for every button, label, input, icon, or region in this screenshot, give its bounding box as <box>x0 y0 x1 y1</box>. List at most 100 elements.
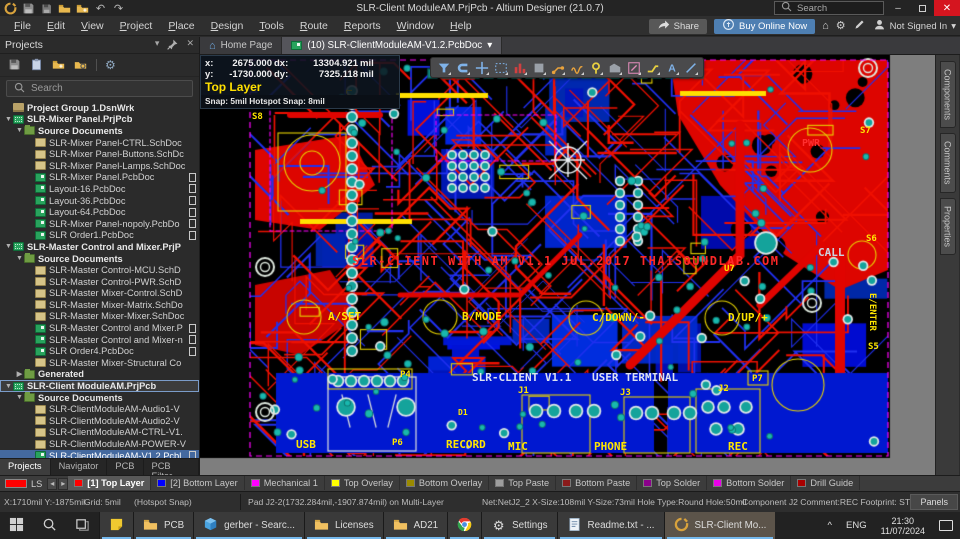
tree-item[interactable]: SLR-Master Mixer-Matrix.SchDo <box>0 299 199 311</box>
tab-home-page[interactable]: ⌂ Home Page <box>200 37 283 54</box>
maximize-button[interactable] <box>910 0 934 16</box>
taskbar-settings[interactable]: ⚙ Settings <box>481 512 557 539</box>
tree-item[interactable]: SLR-Master Control and Mixer-n <box>0 334 199 346</box>
share-button[interactable]: Share <box>648 18 707 34</box>
tree-item[interactable]: Layout-64.PcbDoc <box>0 206 199 218</box>
redo-icon[interactable]: ↷ <box>112 2 125 15</box>
tab-active-pcbdoc[interactable]: (10) SLR-ClientModuleAM-V1.2.PcbDoc ▾ <box>282 37 503 54</box>
menu-help[interactable]: Help <box>442 18 480 34</box>
notification-center-button[interactable] <box>932 512 960 539</box>
pcb-canvas[interactable] <box>200 55 935 475</box>
menu-edit[interactable]: Edit <box>39 18 73 34</box>
expand-open-icon[interactable]: ▼ <box>15 255 24 262</box>
save-all-icon[interactable] <box>40 2 53 15</box>
edit-tool-icon[interactable] <box>625 59 642 76</box>
magnet-tool-icon[interactable] <box>454 59 471 76</box>
tree-item[interactable]: ▼ SLR-Mixer Panel.PrjPcb <box>0 114 199 126</box>
layer-tab-top-paste[interactable]: Top Paste <box>489 476 557 490</box>
menu-route[interactable]: Route <box>292 18 336 34</box>
tree-item[interactable]: SLR-ClientModuleAM-CTRL-V1. <box>0 427 199 439</box>
save-project-icon[interactable] <box>8 58 22 72</box>
layer-tab-bottom-solder[interactable]: Bottom Solder <box>707 476 792 490</box>
expand-open-icon[interactable]: ▼ <box>4 243 13 250</box>
taskbar-start[interactable] <box>0 512 33 539</box>
taskbar-gerber-search[interactable]: gerber - Searc... <box>193 512 304 539</box>
taskbar-taskbar-search[interactable] <box>33 512 66 539</box>
panel-tab-projects[interactable]: Projects <box>0 459 51 475</box>
menu-tools[interactable]: Tools <box>251 18 292 34</box>
line-tool-icon[interactable] <box>682 59 699 76</box>
panel-tab-navigator[interactable]: Navigator <box>51 459 108 475</box>
pin-icon[interactable] <box>166 38 179 53</box>
layer-tab-top-solder[interactable]: Top Solder <box>637 476 708 490</box>
pen-icon[interactable] <box>853 18 866 34</box>
tree-item[interactable]: ▼ SLR-Client ModuleAM.PrjPcb <box>0 380 199 392</box>
expand-open-icon[interactable]: ▼ <box>4 383 13 390</box>
layer-tab-top-overlay[interactable]: Top Overlay <box>325 476 400 490</box>
scroll-left-icon[interactable]: ◂ <box>47 477 58 490</box>
text-tool-icon[interactable]: A <box>663 59 680 76</box>
taskbar-task-view[interactable] <box>66 512 99 539</box>
panel-close-icon[interactable]: ✕ <box>186 38 194 53</box>
tree-item[interactable]: SLR-ClientModuleAM-Audio2-V <box>0 415 199 427</box>
layer-tab--1-top-layer[interactable]: [1] Top Layer <box>68 476 152 490</box>
minimize-button[interactable]: – <box>886 0 910 16</box>
expand-closed-icon[interactable]: ▶ <box>15 370 24 378</box>
titlebar-search-box[interactable]: Search <box>774 1 884 15</box>
paste-icon[interactable] <box>30 58 44 72</box>
panels-button[interactable]: Panels <box>910 494 958 510</box>
sign-in-menu[interactable]: Not Signed In ▾ <box>873 18 956 34</box>
layer-set-selector[interactable]: LS <box>0 479 47 489</box>
save-icon[interactable] <box>22 2 35 15</box>
menu-file[interactable]: File <box>6 18 39 34</box>
filter-tool-icon[interactable] <box>435 59 452 76</box>
tree-item[interactable]: SLR-Master Control-MCU.SchD <box>0 264 199 276</box>
right-tab-properties[interactable]: Properties <box>939 197 956 255</box>
layer-tab--2-bottom-layer[interactable]: [2] Bottom Layer <box>151 476 245 490</box>
select-tool-icon[interactable] <box>492 59 509 76</box>
polygon-tool-icon[interactable] <box>606 59 623 76</box>
altium-logo-icon[interactable] <box>4 2 17 15</box>
tree-item[interactable]: Project Group 1.DsnWrk <box>0 102 199 114</box>
tree-item[interactable]: SLR-Master Control and Mixer.P <box>0 322 199 334</box>
tree-item[interactable]: SLR Order1.PcbDoc <box>0 230 199 242</box>
tree-item[interactable]: ▶ Generated <box>0 368 199 381</box>
tree-item[interactable]: SLR Order4.PcbDoc <box>0 345 199 357</box>
taskbar-ad21-folder[interactable]: AD21 <box>382 512 448 539</box>
open-folder-icon[interactable] <box>58 2 71 15</box>
tree-item[interactable]: ▼ Source Documents <box>0 253 199 265</box>
layer-tab-drill-guide[interactable]: Drill Guide <box>791 476 861 490</box>
close-button[interactable]: ✕ <box>934 0 960 16</box>
menu-design[interactable]: Design <box>203 18 252 34</box>
scroll-right-icon[interactable]: ▸ <box>58 477 69 490</box>
chart-tool-icon[interactable] <box>511 59 528 76</box>
taskbar-clock[interactable]: 21:30 11/07/2024 <box>874 512 932 539</box>
language-indicator[interactable]: ENG <box>839 512 874 539</box>
panel-dropdown-icon[interactable]: ▾ <box>155 38 160 53</box>
tree-item[interactable]: Layout-36.PcbDoc <box>0 195 199 207</box>
trace-tool-icon[interactable] <box>644 59 661 76</box>
expand-open-icon[interactable]: ▼ <box>15 127 24 134</box>
tune-tool-icon[interactable] <box>568 59 585 76</box>
right-tab-comments[interactable]: Comments <box>939 133 956 193</box>
tree-item[interactable]: SLR-Master Mixer-Structural Co <box>0 357 199 369</box>
right-tab-components[interactable]: Components <box>939 61 956 129</box>
tree-item[interactable]: SLR-Mixer Panel-Buttons.SchDc <box>0 148 199 160</box>
tree-item[interactable]: ▼ SLR-Master Control and Mixer.PrjP <box>0 241 199 253</box>
tree-item[interactable]: SLR-Mixer Panel-CTRL.SchDoc <box>0 137 199 149</box>
open-document-icon[interactable] <box>52 58 66 72</box>
tree-item[interactable]: SLR-Mixer Panel.PcbDoc <box>0 172 199 184</box>
layer-tab-mechanical-1[interactable]: Mechanical 1 <box>245 476 325 490</box>
undo-icon[interactable]: ↶ <box>94 2 107 15</box>
tree-item[interactable]: SLR-Mixer Panel-Lamps.SchDoc <box>0 160 199 172</box>
taskbar-readme[interactable]: Readme.txt - ... <box>556 512 664 539</box>
tree-item[interactable]: SLR-Master Control-PWR.SchD <box>0 276 199 288</box>
gear-icon[interactable]: ⚙ <box>105 58 119 72</box>
menu-project[interactable]: Project <box>112 18 161 34</box>
tree-item[interactable]: ▼ Source Documents <box>0 392 199 404</box>
menu-view[interactable]: View <box>73 18 112 34</box>
taskbar-pcb-folder[interactable]: PCB <box>133 512 194 539</box>
route-tool-icon[interactable] <box>549 59 566 76</box>
project-options-icon[interactable] <box>74 58 88 72</box>
home-icon[interactable]: ⌂ <box>822 20 829 32</box>
